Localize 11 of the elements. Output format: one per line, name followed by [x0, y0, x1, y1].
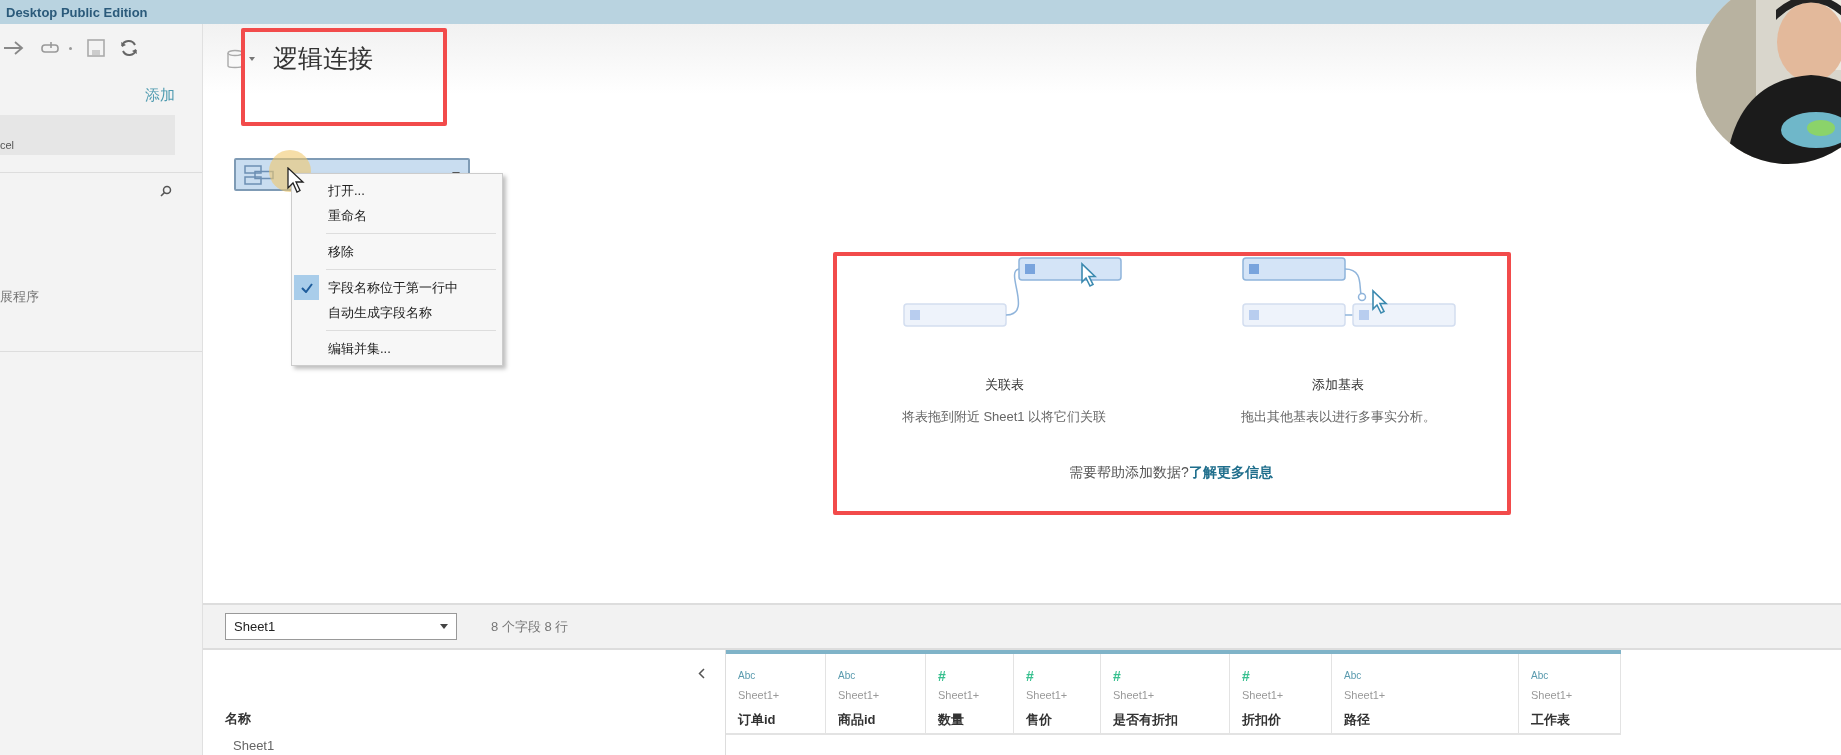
field-summary: 8 个字段 8 行 [491, 617, 569, 636]
window-title: Desktop Public Edition [6, 4, 148, 20]
help-text: 需要帮助添加数据? [1069, 464, 1189, 482]
name-value: Sheet1 [233, 738, 276, 753]
card-description: 将表拖到附近 Sheet1 以将它们关联 [901, 408, 1107, 426]
card-description: 拖出其他基表以进行多事实分析。 [1240, 408, 1436, 426]
card-title: 关联表 [984, 376, 1024, 394]
card-title: 添加基表 [1312, 376, 1364, 394]
extension-label: 展程序 [0, 289, 39, 304]
name-label: 名称 [225, 710, 252, 728]
page-title: 逻辑连接 [273, 43, 373, 74]
